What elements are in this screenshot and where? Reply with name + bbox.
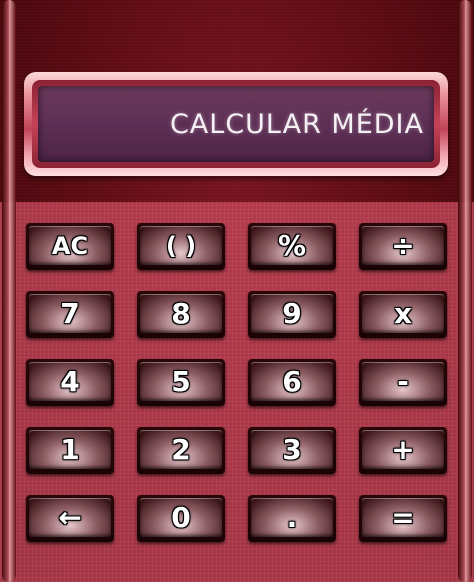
digit-4-button[interactable]: 4 (26, 359, 114, 406)
digit-6-button[interactable]: 6 (248, 359, 336, 406)
digit-0-label: 0 (171, 500, 191, 534)
add-button-label: + (391, 432, 415, 466)
clear-button-label: AC (51, 231, 89, 260)
equals-button-label: = (391, 500, 415, 534)
parentheses-button-label: ( ) (165, 231, 197, 260)
digit-2-label: 2 (171, 432, 191, 466)
display-frame: CALCULAR MÉDIA (24, 72, 448, 176)
left-edge-bar (2, 0, 16, 582)
digit-9-button[interactable]: 9 (248, 291, 336, 338)
digit-7-button[interactable]: 7 (26, 291, 114, 338)
decimal-point-button[interactable]: . (248, 495, 336, 542)
right-edge-bar (458, 0, 472, 582)
backspace-button[interactable]: ← (26, 495, 114, 542)
percent-button-label: % (277, 228, 307, 262)
clear-button[interactable]: AC (26, 223, 114, 270)
equals-button[interactable]: = (359, 495, 447, 542)
divide-button[interactable]: ÷ (359, 223, 447, 270)
digit-9-label: 9 (282, 296, 302, 330)
digit-7-label: 7 (60, 296, 80, 330)
display-text: CALCULAR MÉDIA (169, 108, 424, 140)
digit-8-button[interactable]: 8 (137, 291, 225, 338)
percent-button[interactable]: % (248, 223, 336, 270)
multiply-button-label: x (393, 296, 413, 330)
digit-4-label: 4 (60, 364, 80, 398)
display-screen: CALCULAR MÉDIA (38, 86, 434, 162)
decimal-point-label: . (286, 500, 298, 534)
digit-6-label: 6 (282, 364, 302, 398)
digit-0-button[interactable]: 0 (137, 495, 225, 542)
multiply-button[interactable]: x (359, 291, 447, 338)
parentheses-button[interactable]: ( ) (137, 223, 225, 270)
digit-5-label: 5 (171, 364, 191, 398)
add-button[interactable]: + (359, 427, 447, 474)
digit-2-button[interactable]: 2 (137, 427, 225, 474)
subtract-button[interactable]: - (359, 359, 447, 406)
digit-5-button[interactable]: 5 (137, 359, 225, 406)
digit-1-button[interactable]: 1 (26, 427, 114, 474)
divide-button-label: ÷ (391, 228, 415, 262)
subtract-button-label: - (397, 364, 409, 398)
digit-8-label: 8 (171, 296, 191, 330)
keypad: AC ( ) % ÷ 7 8 9 x 4 5 6 - 1 2 3 + ← 0 .… (26, 223, 448, 542)
digit-3-label: 3 (282, 432, 302, 466)
backspace-arrow-icon: ← (58, 500, 82, 534)
digit-3-button[interactable]: 3 (248, 427, 336, 474)
digit-1-label: 1 (60, 432, 80, 466)
calculator-body: CALCULAR MÉDIA AC ( ) % ÷ 7 8 9 x 4 5 6 … (0, 0, 474, 582)
